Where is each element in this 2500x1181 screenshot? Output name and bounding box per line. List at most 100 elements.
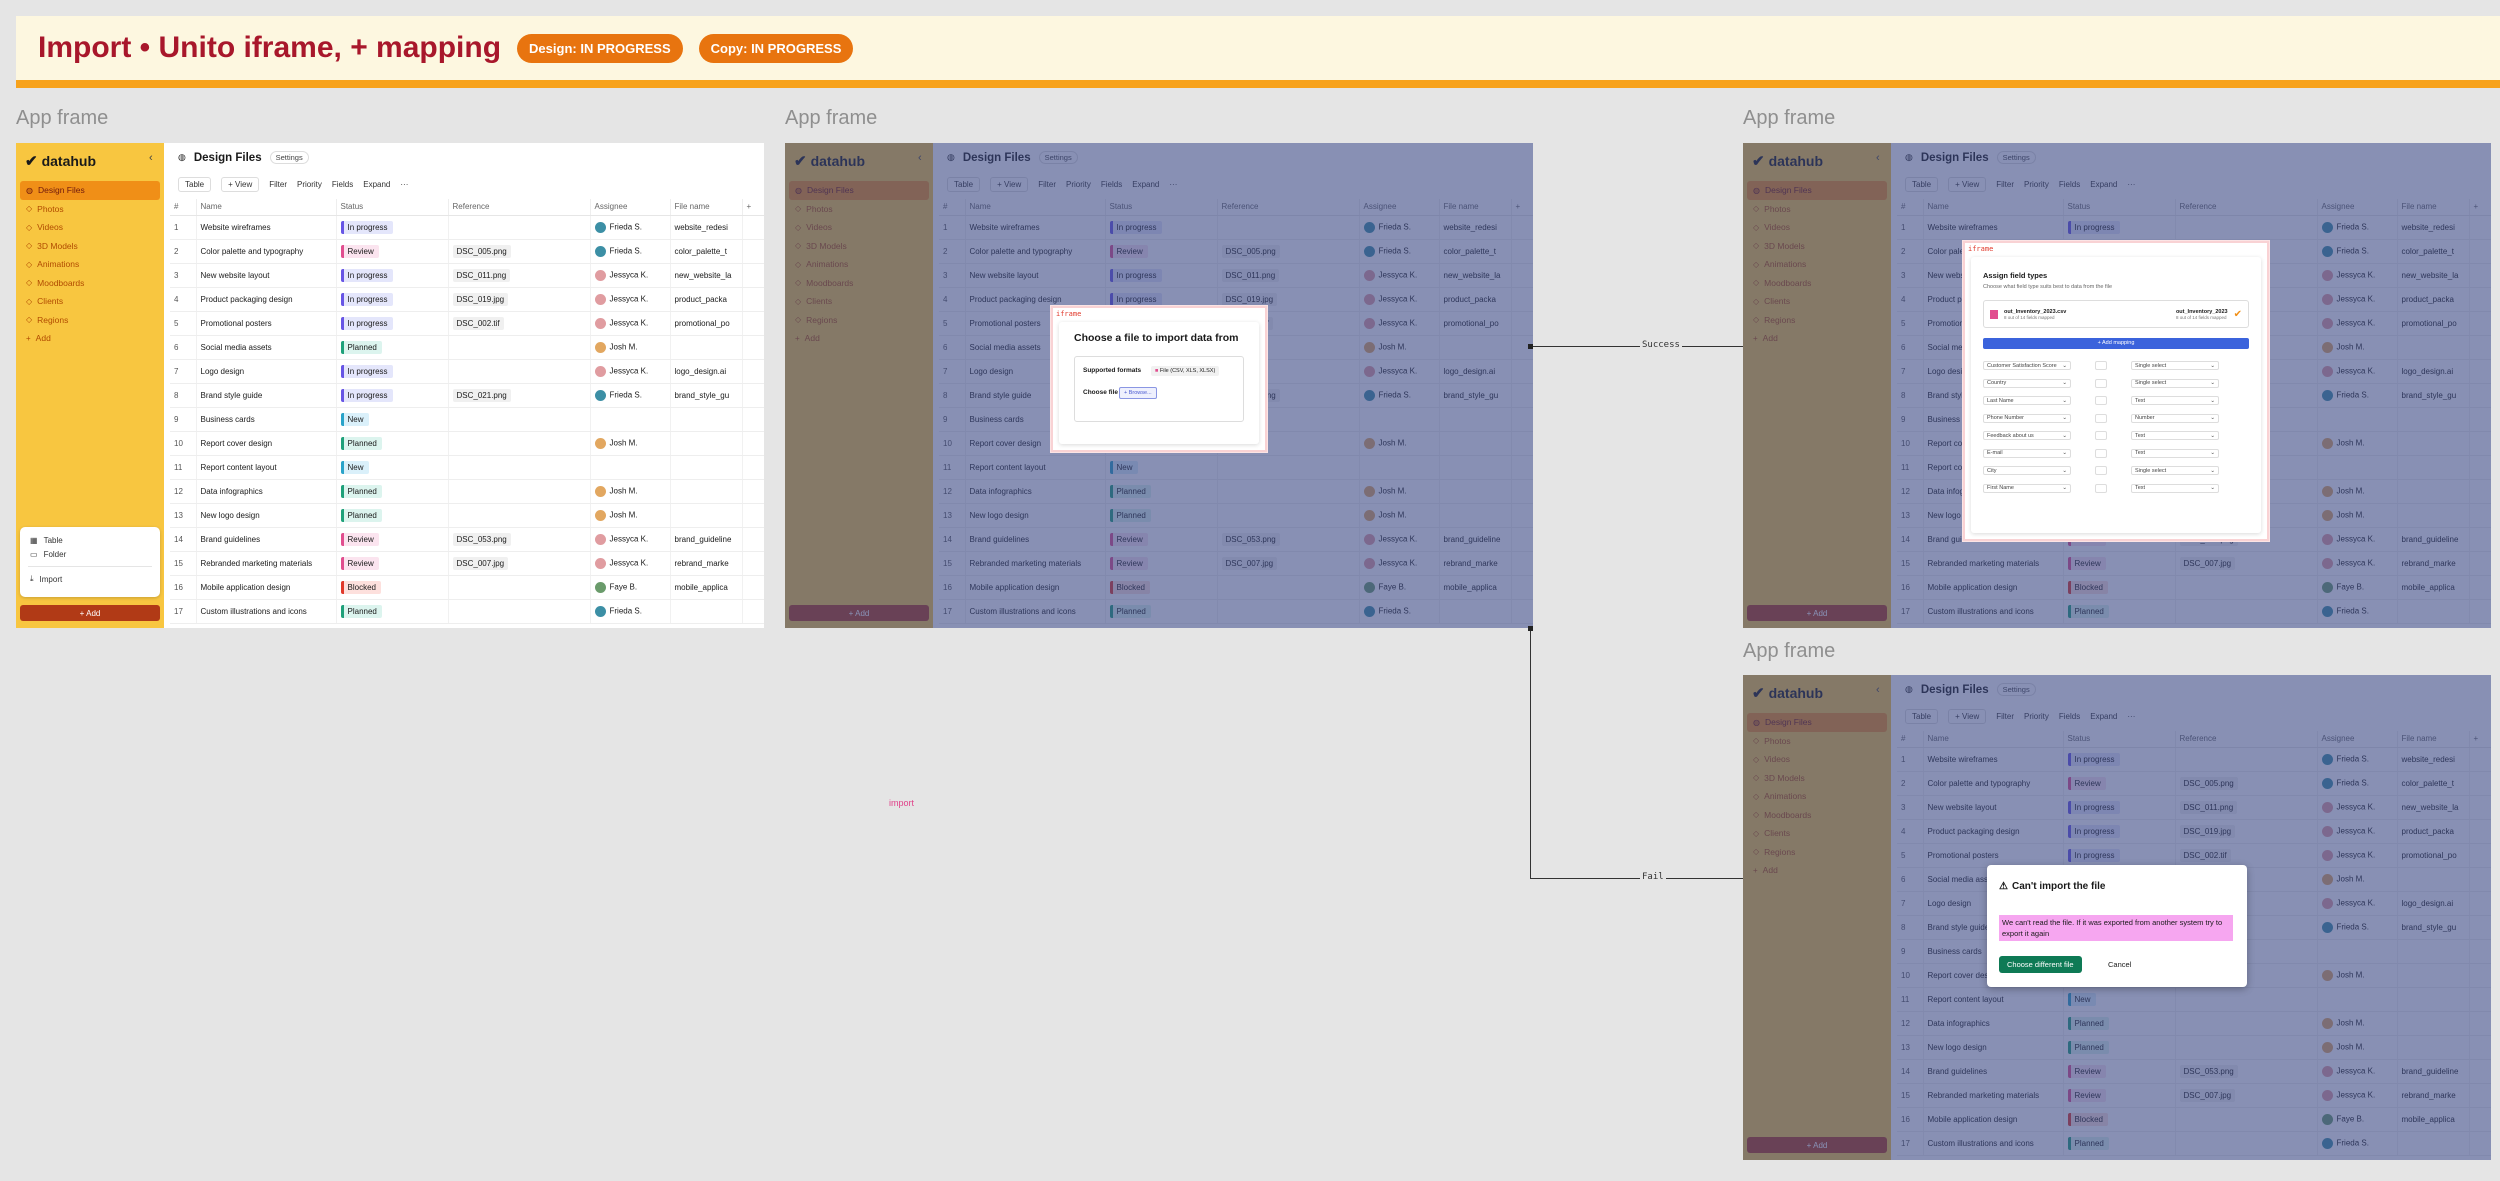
toolbar-button[interactable]: Fields xyxy=(332,180,353,189)
field-type-select[interactable]: Single select ⌄ xyxy=(2131,361,2219,371)
browse-button[interactable]: + Browse... xyxy=(1119,387,1157,399)
table-row[interactable]: 12Data infographicsPlanned Josh M. xyxy=(170,479,764,504)
reference-cell[interactable] xyxy=(448,431,591,456)
source-field-select[interactable]: Customer Satisfaction Score ⌄ xyxy=(1983,361,2071,371)
filename-cell[interactable] xyxy=(670,599,743,624)
filename-cell[interactable]: rebrand_marke xyxy=(670,551,743,576)
reference-cell[interactable] xyxy=(448,335,591,360)
add-column-button[interactable]: + xyxy=(742,199,764,216)
assignee-cell[interactable]: Jessyca K. xyxy=(590,287,671,312)
row-name[interactable]: Color palette and typography xyxy=(196,239,337,264)
toolbar-button[interactable]: Expand xyxy=(363,180,390,189)
settings-button[interactable]: Settings xyxy=(269,151,309,164)
status-cell[interactable]: Planned xyxy=(336,431,449,456)
source-field-select[interactable]: City ⌄ xyxy=(1983,466,2071,476)
status-cell[interactable]: Planned xyxy=(336,335,449,360)
reference-cell[interactable]: DSC_005.png xyxy=(448,239,591,264)
assignee-cell[interactable]: Jessyca K. xyxy=(590,527,671,552)
source-field-select[interactable]: E-mail ⌄ xyxy=(1983,448,2071,458)
sidebar-item[interactable]: ◇ Videos xyxy=(20,218,160,237)
filename-cell[interactable]: website_redesi xyxy=(670,215,743,240)
status-cell[interactable]: Planned xyxy=(336,599,449,624)
table-row[interactable]: 15Rebranded marketing materialsReview DSC… xyxy=(170,551,764,576)
choose-different-file-button[interactable]: Choose different file xyxy=(1999,956,2082,973)
row-name[interactable]: Brand guidelines xyxy=(196,527,337,552)
filename-cell[interactable] xyxy=(670,479,743,504)
assignee-cell[interactable]: Frieda S. xyxy=(590,215,671,240)
filename-cell[interactable]: color_palette_t xyxy=(670,239,743,264)
reference-cell[interactable] xyxy=(448,503,591,528)
row-name[interactable]: New logo design xyxy=(196,503,337,528)
table-row[interactable]: 5Promotional postersIn progress DSC_002.t… xyxy=(170,311,764,336)
row-name[interactable]: Website wireframes xyxy=(196,215,337,240)
sidebar-item[interactable]: ◇ Regions xyxy=(20,311,160,330)
status-cell[interactable]: Planned xyxy=(336,503,449,528)
reference-cell[interactable]: DSC_007.jpg xyxy=(448,551,591,576)
filename-cell[interactable]: mobile_applica xyxy=(670,575,743,600)
table-row[interactable]: 13New logo designPlanned Josh M. xyxy=(170,503,764,528)
assignee-cell[interactable]: Faye B. xyxy=(590,575,671,600)
reference-cell[interactable]: DSC_019.jpg xyxy=(448,287,591,312)
sidebar-item[interactable]: ◇ Moodboards xyxy=(20,274,160,293)
reference-cell[interactable] xyxy=(448,455,591,480)
assignee-cell[interactable]: Josh M. xyxy=(590,431,671,456)
column-header[interactable]: Reference xyxy=(448,199,591,216)
column-header[interactable]: # xyxy=(170,199,197,216)
status-cell[interactable]: In progress xyxy=(336,215,449,240)
toolbar-button[interactable]: + View xyxy=(221,177,260,192)
status-cell[interactable]: Planned xyxy=(336,479,449,504)
assignee-cell[interactable]: Frieda S. xyxy=(590,383,671,408)
table-row[interactable]: 3New website layoutIn progress DSC_011.pn… xyxy=(170,263,764,288)
row-name[interactable]: Report cover design xyxy=(196,431,337,456)
filename-cell[interactable]: brand_style_gu xyxy=(670,383,743,408)
field-type-select[interactable]: Single select ⌄ xyxy=(2131,466,2219,476)
table-row[interactable]: 9Business cardsNew xyxy=(170,407,764,432)
filename-cell[interactable]: product_packa xyxy=(670,287,743,312)
table-row[interactable]: 8Brand style guideIn progress DSC_021.png… xyxy=(170,383,764,408)
row-name[interactable]: Mobile application design xyxy=(196,575,337,600)
reference-cell[interactable] xyxy=(448,359,591,384)
source-field-select[interactable]: Phone Number ⌄ xyxy=(1983,413,2071,423)
row-name[interactable]: Social media assets xyxy=(196,335,337,360)
table-row[interactable]: 10Report cover designPlanned Josh M. xyxy=(170,431,764,456)
assignee-cell[interactable]: Josh M. xyxy=(590,335,671,360)
table-row[interactable]: 14Brand guidelinesReview DSC_053.png Jessy… xyxy=(170,527,764,552)
table-row[interactable]: 7Logo designIn progress Jessyca K. logo_de… xyxy=(170,359,764,384)
assignee-cell[interactable]: Josh M. xyxy=(590,479,671,504)
status-cell[interactable]: In progress xyxy=(336,383,449,408)
status-cell[interactable]: Review xyxy=(336,239,449,264)
reference-cell[interactable]: DSC_011.png xyxy=(448,263,591,288)
table-row[interactable]: 4Product packaging designIn progress DSC_… xyxy=(170,287,764,312)
row-name[interactable]: New website layout xyxy=(196,263,337,288)
status-cell[interactable]: New xyxy=(336,407,449,432)
column-header[interactable]: File name xyxy=(670,199,743,216)
toolbar-button[interactable]: Priority xyxy=(297,180,322,189)
table-row[interactable]: 1Website wireframesIn progress Frieda S. w… xyxy=(170,215,764,240)
field-type-select[interactable]: Text ⌄ xyxy=(2131,396,2219,406)
status-cell[interactable]: Review xyxy=(336,551,449,576)
table-row[interactable]: 17Custom illustrations and iconsPlanned F… xyxy=(170,599,764,624)
filename-cell[interactable] xyxy=(670,335,743,360)
table-row[interactable]: 16Mobile application designBlocked Faye B… xyxy=(170,575,764,600)
filename-cell[interactable] xyxy=(670,503,743,528)
assignee-cell[interactable]: Frieda S. xyxy=(590,599,671,624)
add-mapping-button[interactable]: + Add mapping xyxy=(1983,338,2249,349)
assignee-cell[interactable]: Jessyca K. xyxy=(590,551,671,576)
reference-cell[interactable] xyxy=(448,215,591,240)
sidebar-item[interactable]: ◍ Design Files xyxy=(20,181,160,200)
source-field-select[interactable]: Last Name ⌄ xyxy=(1983,396,2071,406)
row-name[interactable]: Data infographics xyxy=(196,479,337,504)
field-type-select[interactable]: Number ⌄ xyxy=(2131,413,2219,423)
field-type-select[interactable]: Text ⌄ xyxy=(2131,483,2219,493)
status-cell[interactable]: Review xyxy=(336,527,449,552)
status-cell[interactable]: Blocked xyxy=(336,575,449,600)
menu-item[interactable]: ▭ Folder xyxy=(20,547,160,561)
filename-cell[interactable]: promotional_po xyxy=(670,311,743,336)
reference-cell[interactable] xyxy=(448,479,591,504)
reference-cell[interactable]: DSC_053.png xyxy=(448,527,591,552)
row-name[interactable]: Rebranded marketing materials xyxy=(196,551,337,576)
row-name[interactable]: Promotional posters xyxy=(196,311,337,336)
source-field-select[interactable]: Feedback about us ⌄ xyxy=(1983,431,2071,441)
toolbar-button[interactable]: ··· xyxy=(400,180,408,189)
assignee-cell[interactable]: Josh M. xyxy=(590,503,671,528)
